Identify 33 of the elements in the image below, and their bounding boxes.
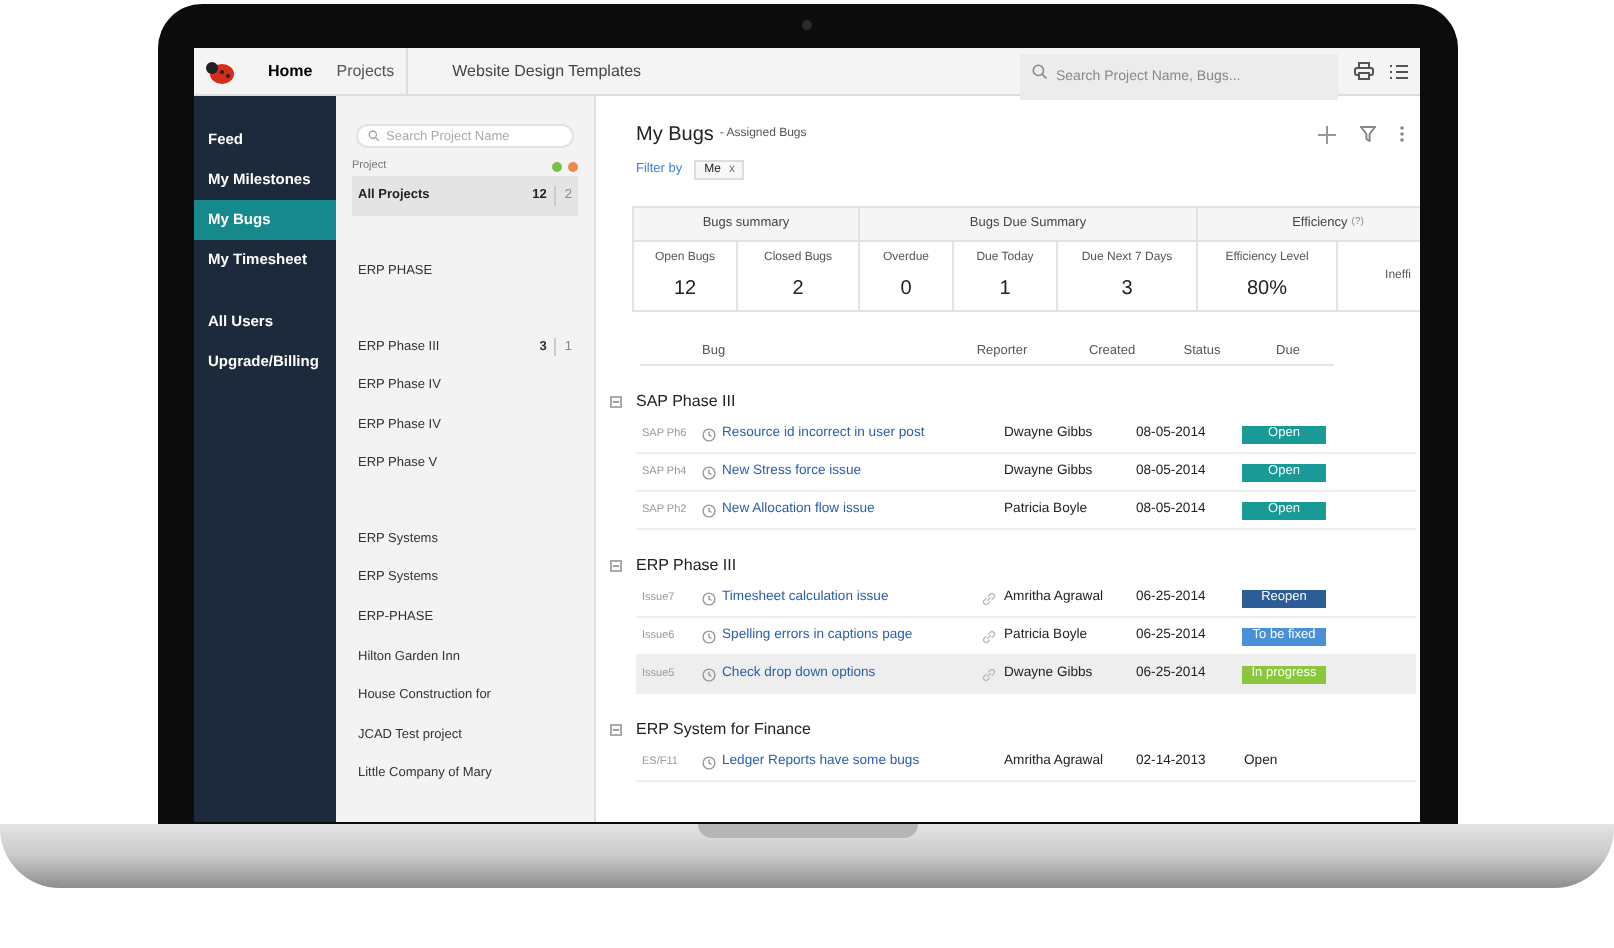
summary-value: 1 (999, 275, 1011, 303)
print-icon[interactable] (1354, 62, 1374, 80)
clock-icon (702, 503, 716, 517)
clock-icon (702, 591, 716, 605)
group-title: ERP Phase III (636, 554, 737, 578)
clock-icon (702, 465, 716, 479)
filter-icon[interactable] (1360, 126, 1376, 142)
collapse-toggle[interactable] (610, 724, 622, 736)
summary-value: 80% (1246, 275, 1287, 303)
collapse-toggle[interactable] (610, 560, 622, 572)
summary-value: 2 (792, 275, 804, 303)
page-title: My Bugs (636, 121, 714, 149)
menu-icon[interactable] (1390, 63, 1408, 79)
clock-icon (702, 755, 716, 769)
clock-icon (702, 427, 716, 441)
add-icon[interactable] (1318, 125, 1336, 143)
clock-icon (702, 629, 716, 643)
collapse-toggle[interactable] (610, 396, 622, 408)
link-icon (981, 667, 995, 681)
ladybug-logo (204, 57, 236, 85)
summary-value: 0 (900, 275, 912, 303)
summary-value: 12 (673, 275, 697, 303)
group-title: ERP System for Finance (636, 718, 811, 742)
nav-tab[interactable]: Home (256, 48, 325, 94)
link-icon (981, 591, 995, 605)
nav-tab[interactable]: Projects (324, 48, 409, 94)
summary-value: 3 (1121, 275, 1133, 303)
clock-icon (702, 667, 716, 681)
search-icon (368, 130, 380, 142)
link-icon (981, 629, 995, 643)
group-title: SAP Phase III (636, 390, 736, 414)
search-icon (1032, 64, 1048, 80)
project-title: Website Design Templates (452, 59, 642, 83)
